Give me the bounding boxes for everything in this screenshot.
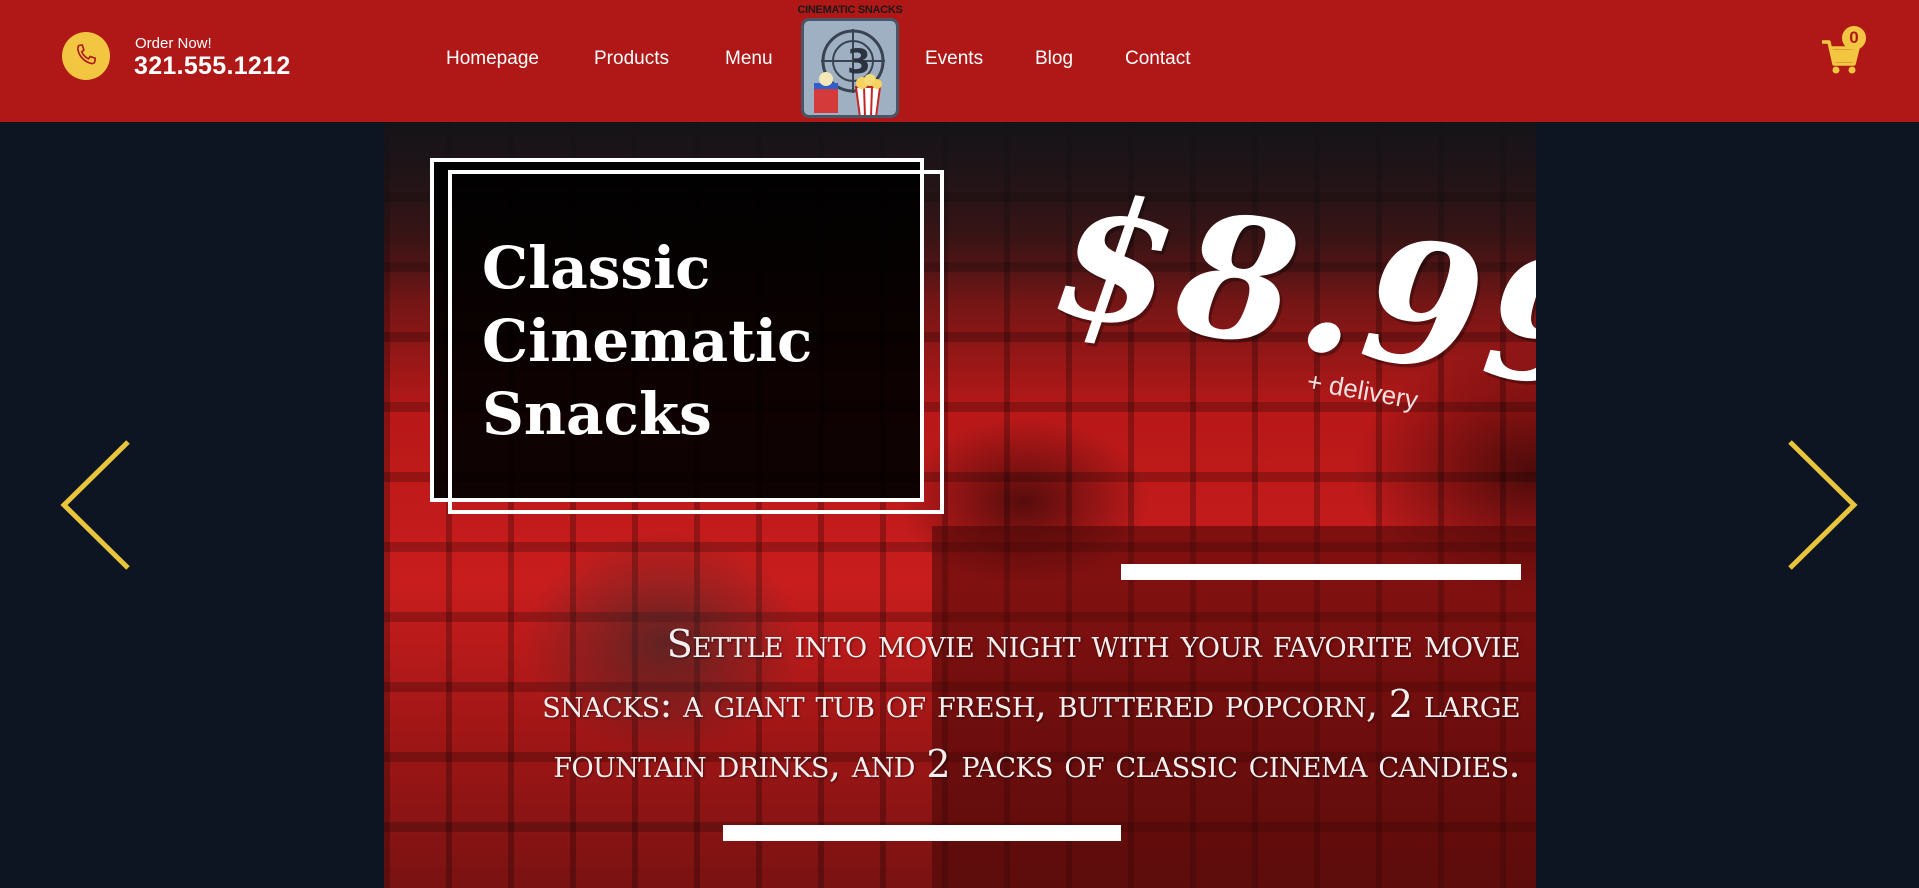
- slide-title-line-2: Cinematic: [482, 307, 813, 375]
- description-line-3: fountain drinks, and 2 packs of classic …: [553, 742, 1520, 786]
- logo-title: CINEMATIC SNACKS: [797, 4, 903, 16]
- nav-products[interactable]: Products: [594, 48, 669, 70]
- nav-menu[interactable]: Menu: [725, 48, 773, 70]
- phone-number[interactable]: 321.555.1212: [134, 52, 291, 81]
- phone-icon[interactable]: [62, 32, 110, 80]
- slide-title-line-3: Snacks: [482, 380, 712, 448]
- description-line-1: Settle into movie night with your favori…: [666, 622, 1521, 666]
- decor-bar-top: [1121, 564, 1521, 580]
- decor-bar-bottom: [723, 825, 1121, 841]
- nav-blog[interactable]: Blog: [1035, 48, 1073, 70]
- description-line-2: snacks: a giant tub of fresh, buttered p…: [542, 682, 1520, 726]
- site-header: Order Now! 321.555.1212 Homepage Product…: [0, 0, 1919, 122]
- logo-emblem: 3: [801, 18, 899, 118]
- nav-contact[interactable]: Contact: [1125, 48, 1190, 70]
- nav-homepage[interactable]: Homepage: [446, 48, 539, 70]
- slide-title-line-1: Classic: [482, 234, 711, 302]
- site-logo[interactable]: CINEMATIC SNACKS 3: [797, 2, 903, 118]
- order-now-label: Order Now!: [135, 35, 212, 52]
- chevron-left-icon[interactable]: [58, 438, 132, 572]
- nav-events[interactable]: Events: [925, 48, 983, 70]
- hero-slide: Classic Cinematic Snacks $8.99 + deliver…: [384, 122, 1536, 888]
- chevron-right-icon[interactable]: [1786, 438, 1860, 572]
- cart-count-badge: 0: [1842, 26, 1866, 50]
